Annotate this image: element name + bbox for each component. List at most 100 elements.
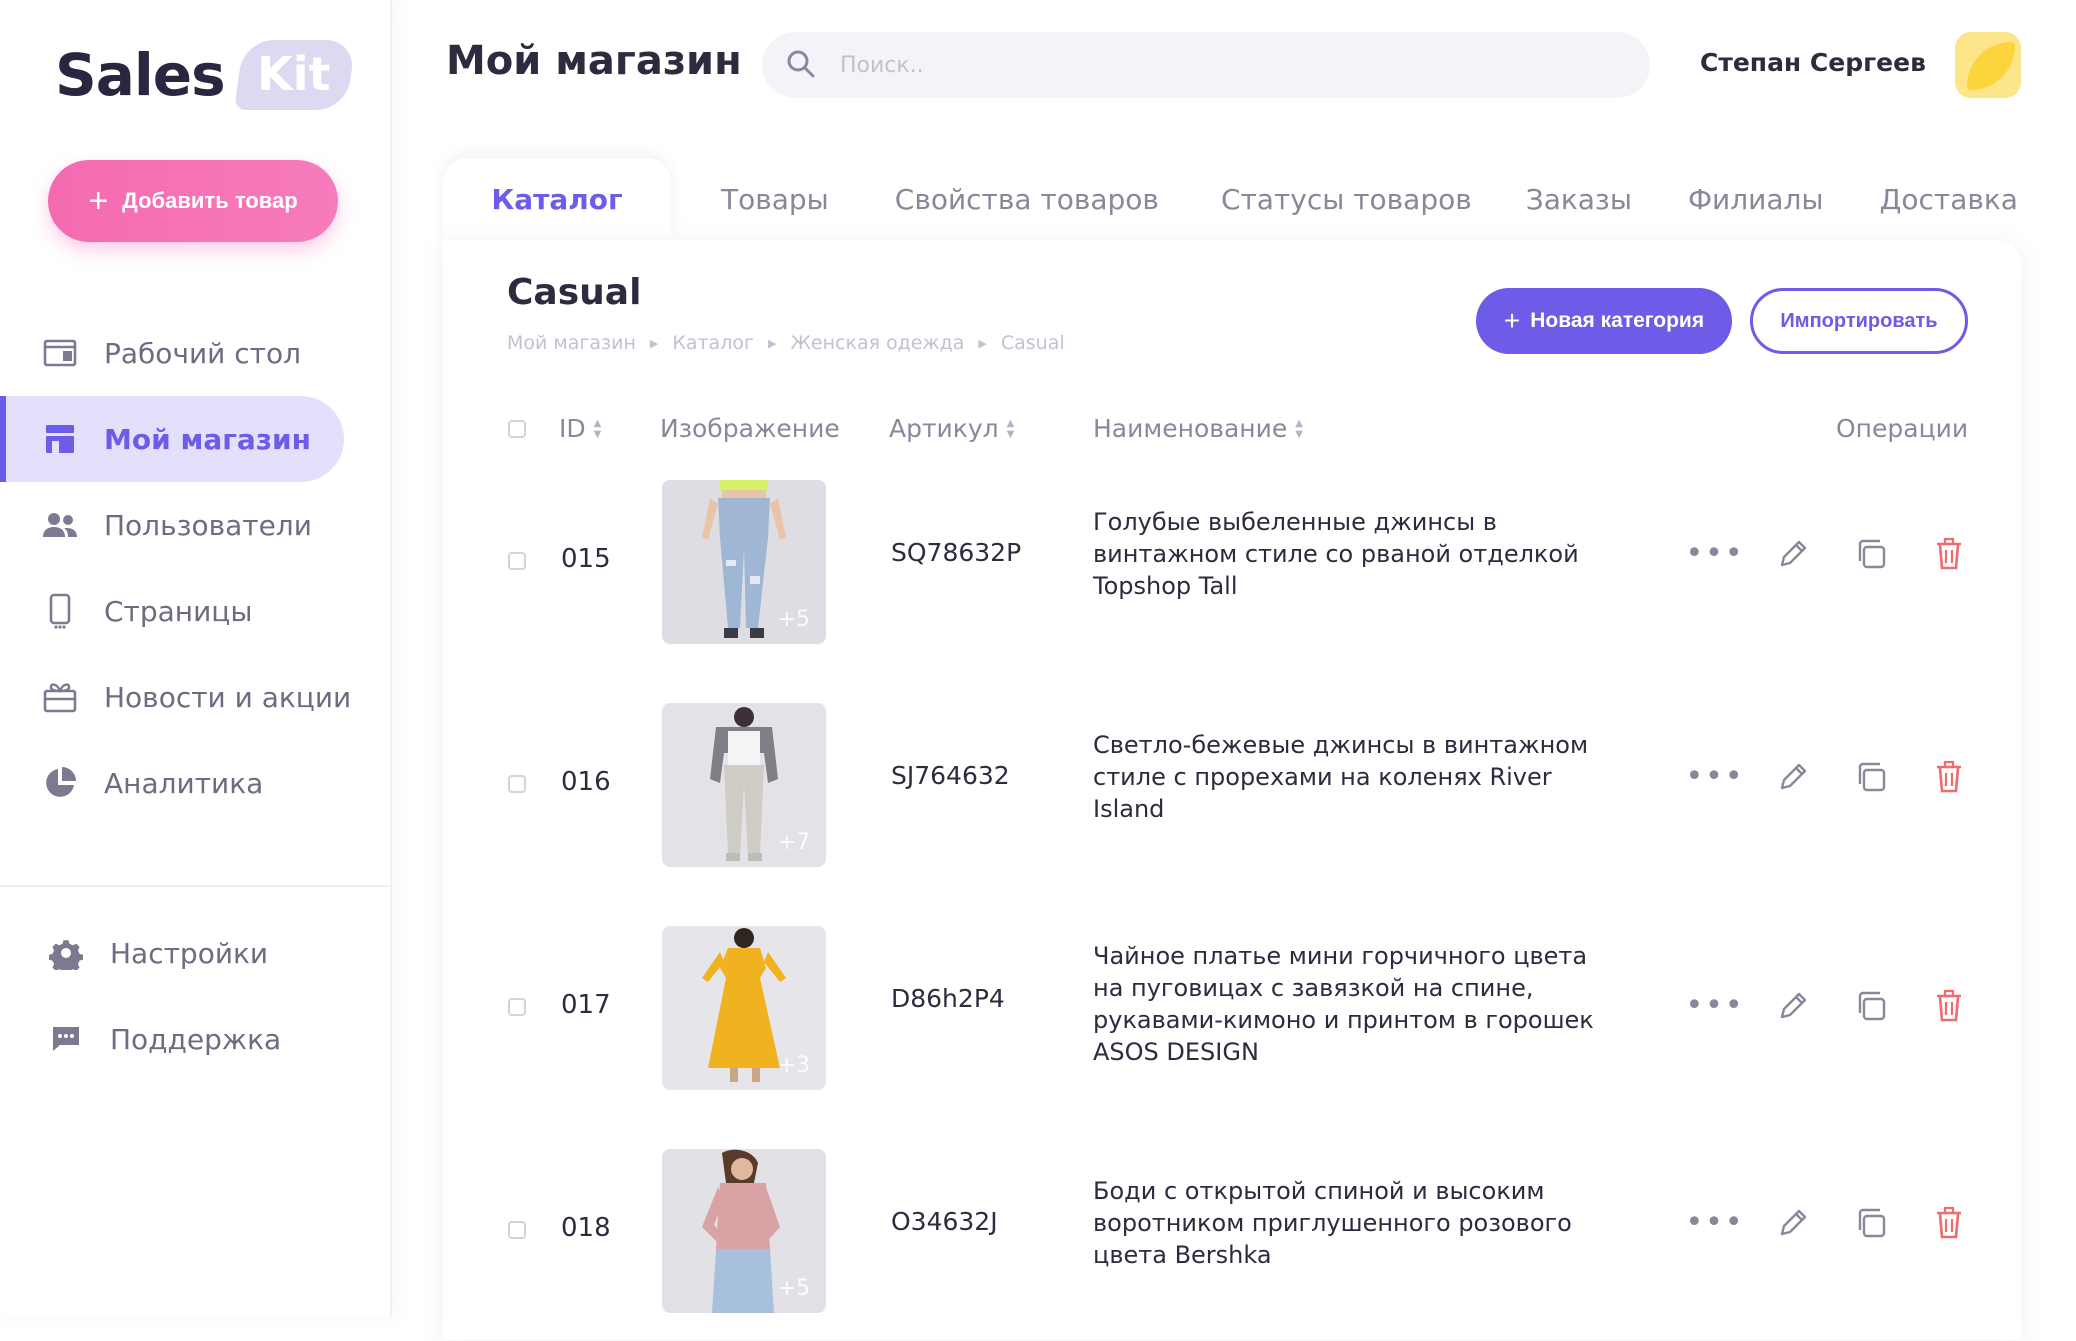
sort-icon: ▲ ▼ [1295, 417, 1303, 440]
row-id: 017 [561, 990, 611, 1020]
tab-products[interactable]: Товары [721, 158, 829, 240]
sidebar-item-label: Новости и акции [104, 680, 352, 714]
sidebar-item-users[interactable]: Пользователи [0, 482, 390, 568]
tab-orders[interactable]: Заказы [1526, 158, 1632, 240]
new-category-label: Новая категория [1530, 309, 1705, 332]
tab-product-statuses[interactable]: Статусы товаров [1221, 158, 1472, 240]
plus-icon: + [88, 181, 109, 220]
row-checkbox[interactable] [508, 1221, 526, 1239]
sidebar-item-my-store[interactable]: Мой магазин [0, 396, 390, 482]
more-images-count: +5 [777, 607, 810, 632]
breadcrumb-item[interactable]: Женская одежда [790, 332, 964, 354]
sidebar-divider [0, 885, 390, 887]
import-button[interactable]: Импортировать [1750, 288, 1968, 354]
more-options-icon[interactable]: ••• [1685, 757, 1742, 797]
delete-icon[interactable] [1929, 757, 1969, 797]
sidebar-item-settings[interactable]: Настройки [0, 910, 390, 996]
delete-icon[interactable] [1929, 1203, 1969, 1243]
breadcrumb-item[interactable]: Каталог [672, 332, 754, 354]
row-sku: O34632J [891, 1207, 998, 1236]
column-name[interactable]: Наименование ▲ ▼ [1093, 414, 1303, 443]
row-name: Голубые выбеленные джинсы в винтажном ст… [1093, 508, 1579, 600]
more-options-icon[interactable]: ••• [1685, 986, 1742, 1026]
gift-icon [42, 679, 78, 715]
sidebar-item-support[interactable]: Поддержка [0, 996, 390, 1082]
column-id[interactable]: ID ▲ ▼ [559, 414, 601, 443]
tab-delivery[interactable]: Доставка [1880, 158, 2018, 240]
edit-icon[interactable] [1773, 534, 1813, 574]
copy-icon[interactable] [1851, 534, 1891, 574]
edit-icon[interactable] [1773, 757, 1813, 797]
breadcrumb: Мой магазин ▶ Каталог ▶ Женская одежда ▶… [507, 332, 1065, 354]
delete-icon[interactable] [1929, 986, 1969, 1026]
row-checkbox[interactable] [508, 552, 526, 570]
search-bar[interactable] [762, 32, 1650, 98]
chat-icon [48, 1021, 84, 1057]
add-product-label: Добавить товар [122, 188, 298, 213]
row-name: Чайное платье мини горчичного цвета на п… [1093, 942, 1594, 1066]
table-row: 015 +5 SQ78632P Голубые выбеленные джинс… [443, 472, 2021, 672]
column-sku[interactable]: Артикул ▲ ▼ [889, 414, 1014, 443]
user-name[interactable]: Степан Сергеев [1700, 48, 1926, 77]
breadcrumb-separator-icon: ▶ [767, 336, 777, 350]
sidebar-item-label: Страницы [104, 594, 253, 628]
tab-catalog[interactable]: Каталог [443, 158, 671, 240]
logo-badge: Kit [233, 40, 356, 110]
row-checkbox[interactable] [508, 998, 526, 1016]
sidebar-item-label: Мой магазин [104, 422, 312, 456]
more-options-icon[interactable]: ••• [1685, 534, 1742, 574]
sidebar-item-desktop[interactable]: Рабочий стол [0, 310, 390, 396]
gear-icon [48, 935, 84, 971]
tab-product-properties[interactable]: Свойства товаров [895, 158, 1159, 240]
more-options-icon[interactable]: ••• [1685, 1203, 1742, 1243]
product-image[interactable]: +3 [662, 926, 826, 1090]
row-operations: ••• [1685, 986, 2007, 1026]
row-name: Светло-бежевые джинсы в винтажном стиле … [1093, 731, 1589, 823]
more-images-count: +3 [777, 1053, 810, 1078]
sidebar-item-analytics[interactable]: Аналитика [0, 740, 390, 826]
breadcrumb-separator-icon: ▶ [978, 336, 987, 350]
catalog-panel: Casual Мой магазин ▶ Каталог ▶ Женская о… [443, 240, 2021, 1340]
new-category-button[interactable]: + Новая категория [1476, 288, 1732, 354]
add-product-button[interactable]: + Добавить товар [48, 160, 338, 242]
avatar[interactable] [1955, 32, 2021, 98]
tab-branches[interactable]: Филиалы [1688, 158, 1824, 240]
sidebar-item-label: Рабочий стол [104, 336, 302, 370]
sidebar-item-news[interactable]: Новости и акции [0, 654, 390, 740]
secondary-nav: Настройки Поддержка [0, 910, 390, 1082]
breadcrumb-separator-icon: ▶ [649, 336, 659, 350]
edit-icon[interactable] [1773, 1203, 1813, 1243]
row-checkbox[interactable] [508, 775, 526, 793]
page-title: Мой магазин [446, 38, 742, 84]
row-id: 018 [561, 1213, 611, 1243]
product-image[interactable]: +5 [662, 1149, 826, 1313]
copy-icon[interactable] [1851, 1203, 1891, 1243]
sidebar-item-label: Пользователи [104, 508, 312, 542]
row-operations: ••• [1685, 534, 2007, 574]
row-id: 016 [561, 767, 611, 797]
sort-icon: ▲ ▼ [593, 417, 602, 440]
copy-icon[interactable] [1851, 986, 1891, 1026]
main-nav: Рабочий стол Мой магазин Пользователи Ст… [0, 310, 390, 826]
row-sku: SQ78632P [891, 538, 1022, 567]
desktop-icon [42, 335, 78, 371]
logo[interactable]: Sales Kit [55, 40, 356, 110]
table-header: ID ▲ ▼ Изображение Артикул ▲ ▼ Наименовани… [443, 400, 2021, 460]
delete-icon[interactable] [1929, 534, 1969, 574]
row-sku: D86h2P4 [891, 984, 1005, 1013]
product-image[interactable]: +5 [662, 480, 826, 644]
search-input[interactable] [838, 51, 1602, 79]
column-operations: Операции [1836, 414, 1969, 443]
breadcrumb-item-current: Casual [1000, 332, 1065, 354]
row-operations: ••• [1685, 1203, 2007, 1243]
product-image[interactable]: +7 [662, 703, 826, 867]
sidebar-item-label: Поддержка [110, 1022, 282, 1056]
breadcrumb-item[interactable]: Мой магазин [507, 332, 636, 354]
edit-icon[interactable] [1773, 986, 1813, 1026]
select-all-checkbox[interactable] [508, 420, 526, 438]
plus-icon: + [1503, 305, 1521, 336]
row-operations: ••• [1685, 757, 2007, 797]
tab-bar: Каталог Товары Свойства товаров Статусы … [443, 158, 2018, 240]
sidebar-item-pages[interactable]: Страницы [0, 568, 390, 654]
copy-icon[interactable] [1851, 757, 1891, 797]
